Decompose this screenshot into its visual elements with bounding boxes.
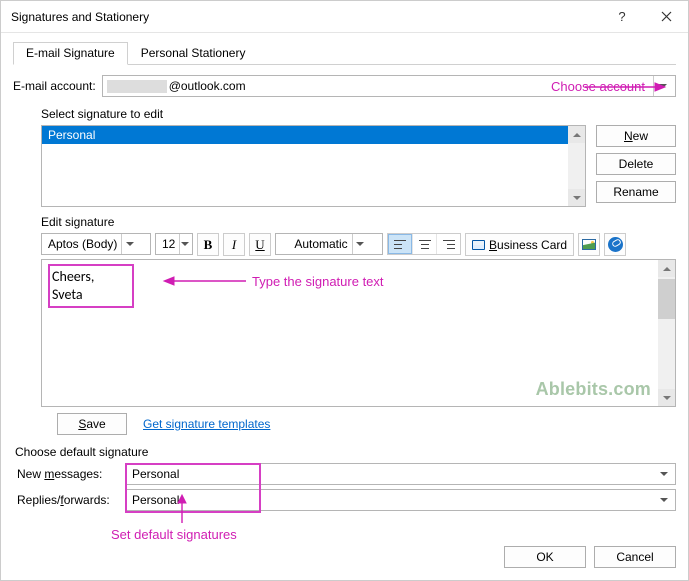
business-card-button[interactable]: Business Card [465, 233, 574, 256]
chevron-down-icon [573, 196, 581, 200]
chevron-down-icon [660, 472, 668, 476]
font-family-combo[interactable]: Aptos (Body) [41, 233, 151, 255]
email-account-label: E-mail account: [13, 79, 96, 93]
help-button[interactable]: ? [600, 1, 644, 33]
chevron-down-icon [126, 242, 134, 246]
scroll-thumb[interactable] [658, 279, 675, 319]
email-account-select[interactable]: @outlook.com Choose account [102, 75, 676, 97]
chevron-down-icon [659, 84, 667, 88]
font-color-combo[interactable]: Automatic [275, 233, 383, 255]
cancel-button[interactable]: Cancel [594, 546, 676, 568]
chevron-up-icon [573, 133, 581, 137]
delete-button[interactable]: Delete [596, 153, 676, 175]
signature-editor[interactable]: Cheers, Sveta Ablebits.com Type the sign… [41, 259, 676, 407]
business-card-label: Business Card [489, 238, 567, 252]
save-button[interactable]: Save [57, 413, 127, 435]
select-signature-label: Select signature to edit [41, 107, 676, 121]
account-dropdown-button[interactable] [653, 76, 671, 96]
font-family-value: Aptos (Body) [48, 237, 117, 251]
link-icon [608, 237, 623, 252]
choose-default-label: Choose default signature [15, 445, 676, 459]
scroll-down-button[interactable] [658, 389, 675, 406]
signature-line: Cheers, [52, 268, 94, 286]
insert-hyperlink-button[interactable] [604, 233, 626, 256]
close-button[interactable] [644, 1, 688, 33]
tab-email-signature[interactable]: E-mail Signature [13, 42, 128, 65]
scroll-up-button[interactable] [658, 260, 675, 277]
signature-text-highlight: Cheers, Sveta [48, 264, 134, 308]
redacted-name [107, 80, 167, 93]
scroll-down-button[interactable] [568, 189, 585, 206]
picture-icon [582, 239, 596, 250]
replies-forwards-select[interactable]: Personal [125, 489, 676, 511]
scroll-up-button[interactable] [568, 126, 585, 143]
chevron-down-icon [660, 498, 668, 502]
new-messages-select[interactable]: Personal [125, 463, 676, 485]
font-color-value: Automatic [294, 237, 347, 251]
italic-button[interactable]: I [223, 233, 245, 256]
chevron-up-icon [663, 267, 671, 271]
tab-label: Personal Stationery [141, 46, 246, 60]
new-messages-label: New messages: [17, 467, 121, 481]
dropdown-button[interactable] [655, 464, 673, 484]
email-account-value: @outlook.com [169, 79, 246, 93]
business-card-icon [472, 240, 485, 250]
signatures-dialog: Signatures and Stationery ? E-mail Signa… [0, 0, 689, 581]
edit-signature-label: Edit signature [41, 215, 676, 229]
editor-toolbar: Aptos (Body) 12 B I U Automatic Busines [41, 233, 676, 256]
alignment-group [387, 233, 461, 255]
signature-list-item[interactable]: Personal [42, 126, 568, 144]
align-left-icon [394, 240, 406, 249]
insert-picture-button[interactable] [578, 233, 600, 256]
rename-button[interactable]: Rename [596, 181, 676, 203]
tabstrip: E-mail Signature Personal Stationery [13, 41, 676, 65]
new-button[interactable]: New [596, 125, 676, 147]
signature-listbox[interactable]: Personal [41, 125, 586, 207]
chevron-down-icon [663, 396, 671, 400]
align-center-icon [419, 240, 431, 249]
get-templates-link[interactable]: Get signature templates [143, 417, 270, 431]
dropdown-button[interactable] [121, 234, 137, 254]
replies-forwards-value: Personal [132, 493, 655, 507]
watermark: Ablebits.com [536, 379, 651, 400]
tab-personal-stationery[interactable]: Personal Stationery [128, 42, 259, 65]
annotation-choose-account: Choose account [551, 79, 645, 94]
scrollbar[interactable] [568, 126, 585, 206]
dropdown-button[interactable] [352, 234, 368, 254]
dropdown-button[interactable] [179, 234, 190, 254]
dropdown-button[interactable] [655, 490, 673, 510]
font-size-combo[interactable]: 12 [155, 233, 193, 255]
new-messages-value: Personal [132, 467, 655, 481]
align-center-button[interactable] [412, 234, 436, 254]
chevron-down-icon [356, 242, 364, 246]
ok-button[interactable]: OK [504, 546, 586, 568]
align-left-button[interactable] [388, 234, 412, 254]
align-right-icon [443, 240, 455, 249]
align-right-button[interactable] [436, 234, 460, 254]
window-title: Signatures and Stationery [11, 10, 600, 24]
bold-button[interactable]: B [197, 233, 219, 256]
underline-button[interactable]: U [249, 233, 271, 256]
tab-label: E-mail Signature [26, 46, 115, 60]
scrollbar[interactable] [658, 260, 675, 406]
signature-line: Sveta [52, 286, 94, 304]
replies-forwards-label: Replies/forwards: [17, 493, 121, 507]
titlebar: Signatures and Stationery ? [1, 1, 688, 33]
chevron-down-icon [181, 242, 189, 246]
font-size-value: 12 [162, 237, 175, 251]
